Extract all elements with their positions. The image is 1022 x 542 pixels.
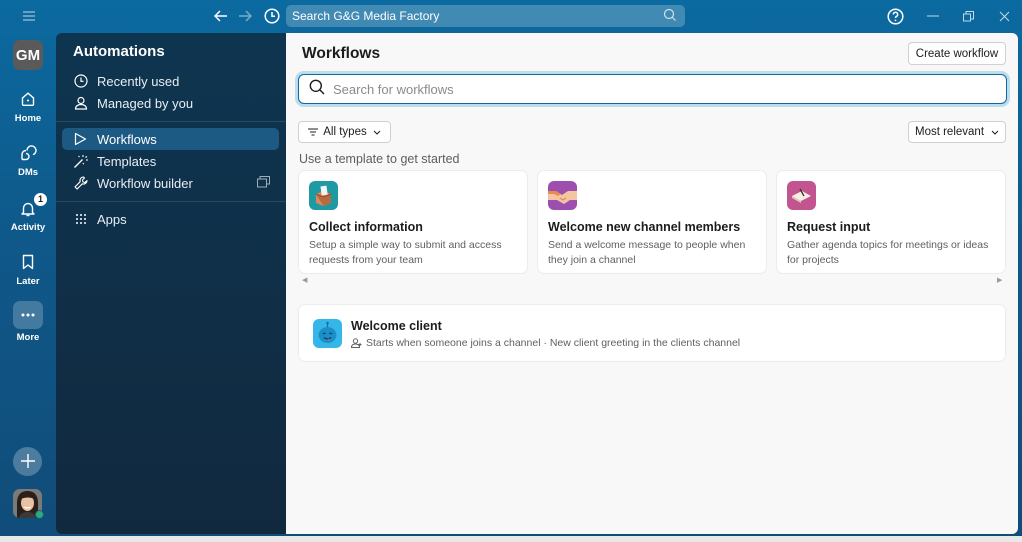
workspace-search-placeholder: Search G&G Media Factory: [292, 9, 440, 23]
forward-arrow-icon[interactable]: [236, 6, 254, 26]
chevron-down-icon: [991, 130, 999, 135]
open-external-icon[interactable]: [257, 176, 270, 191]
template-description: Gather agenda topics for meetings or ide…: [787, 239, 989, 266]
templates-section-label: Use a template to get started: [299, 152, 460, 166]
handshake-icon: [548, 181, 577, 210]
restore-window-icon[interactable]: [960, 6, 976, 26]
bottom-border: [0, 536, 1022, 542]
search-icon: [309, 79, 325, 100]
rail-label-dms: DMs: [17, 167, 39, 178]
sidebar-divider: [56, 121, 286, 122]
apps-grid-icon: [73, 212, 88, 227]
menu-icon[interactable]: [21, 6, 37, 26]
page-title: Workflows: [302, 45, 381, 62]
workspace-avatar[interactable]: GM: [13, 40, 43, 70]
rail-item-activity[interactable]: 1 Activity: [0, 193, 56, 233]
sidebar-item-workflow-builder[interactable]: Workflow builder: [62, 172, 279, 194]
left-rail: GM Home DMs 1 Activity Later More: [0, 33, 56, 536]
template-card[interactable]: Collect information Setup a simple way t…: [298, 170, 528, 274]
minimize-icon[interactable]: [925, 6, 941, 26]
clock-icon: [73, 74, 88, 89]
dms-icon: [0, 142, 56, 164]
person-add-icon: [351, 338, 362, 348]
main-panel: Workflows Create workflow All types Most…: [286, 33, 1018, 534]
title-bar: Search G&G Media Factory: [0, 0, 1022, 33]
rail-label-home: Home: [14, 113, 42, 124]
close-window-icon[interactable]: [996, 6, 1012, 26]
create-workflow-button[interactable]: Create workflow: [908, 42, 1006, 65]
scroll-left-arrow-icon[interactable]: ◀: [302, 276, 307, 284]
sidebar-divider: [56, 201, 286, 202]
sort-label: Most relevant: [914, 126, 985, 138]
search-icon: [663, 8, 677, 25]
scroll-right-arrow-icon[interactable]: ▶: [997, 276, 1002, 284]
workflow-search-input[interactable]: [333, 81, 973, 97]
notepad-icon: [787, 181, 816, 210]
more-icon: [13, 301, 43, 329]
workflow-subtitle-row: Starts when someone joins a channel · Ne…: [351, 337, 740, 349]
add-button[interactable]: [13, 447, 42, 476]
history-clock-icon[interactable]: [262, 6, 282, 26]
workflow-subtitle: Starts when someone joins a channel · Ne…: [366, 337, 741, 349]
help-icon[interactable]: [885, 6, 905, 26]
sort-dropdown[interactable]: Most relevant: [908, 121, 1006, 143]
automations-sidebar: Automations Recently used Managed by you…: [56, 33, 286, 534]
workflow-search-field[interactable]: [298, 74, 1007, 104]
workspace-search-bar[interactable]: Search G&G Media Factory: [286, 5, 685, 27]
robot-icon: [313, 319, 342, 348]
template-card[interactable]: Welcome new channel members Send a welco…: [537, 170, 767, 274]
template-description: Setup a simple way to submit and access …: [309, 239, 502, 266]
rail-item-home[interactable]: Home: [0, 88, 56, 124]
sidebar-label: Workflow builder: [97, 175, 193, 191]
play-icon: [73, 132, 88, 147]
home-icon: [0, 88, 56, 110]
magic-wand-icon: [73, 154, 88, 169]
template-title: Collect information: [309, 220, 423, 234]
sidebar-label: Templates: [97, 153, 157, 169]
rail-label-later: Later: [16, 276, 40, 287]
type-filter-dropdown[interactable]: All types: [298, 121, 391, 143]
workflow-title: Welcome client: [351, 319, 442, 333]
sidebar-label: Apps: [97, 211, 127, 227]
rail-label-more: More: [16, 332, 40, 343]
rail-item-later[interactable]: Later: [0, 251, 56, 287]
sidebar-item-workflows[interactable]: Workflows: [62, 128, 279, 150]
chevron-down-icon: [373, 130, 381, 135]
wrench-icon: [73, 176, 88, 191]
sidebar-label: Workflows: [97, 131, 157, 147]
rail-item-dms[interactable]: DMs: [0, 142, 56, 178]
filter-icon: [308, 128, 319, 136]
sidebar-label: Managed by you: [97, 95, 194, 111]
ballot-box-icon: [309, 181, 338, 210]
bookmark-icon: [0, 251, 56, 273]
workflow-list-item[interactable]: Welcome client Starts when someone joins…: [298, 304, 1006, 362]
template-description: Send a welcome message to people when th…: [548, 239, 746, 266]
sidebar-item-recently-used[interactable]: Recently used: [62, 70, 279, 92]
template-card[interactable]: Request input Gather agenda topics for m…: [776, 170, 1006, 274]
rail-label-activity: Activity: [10, 222, 46, 233]
rail-item-more[interactable]: More: [0, 301, 56, 343]
sidebar-title: Automations: [73, 43, 165, 60]
person-icon: [73, 96, 88, 111]
activity-badge: 1: [34, 193, 47, 206]
template-title: Welcome new channel members: [548, 220, 741, 234]
back-arrow-icon[interactable]: [212, 6, 230, 26]
filter-label: All types: [323, 126, 367, 138]
sidebar-item-managed-by-you[interactable]: Managed by you: [62, 92, 279, 114]
sidebar-item-apps[interactable]: Apps: [62, 208, 279, 230]
template-title: Request input: [787, 220, 871, 234]
bell-icon: 1: [0, 193, 56, 219]
presence-indicator: [35, 510, 44, 519]
sidebar-item-templates[interactable]: Templates: [62, 150, 279, 172]
sidebar-label: Recently used: [97, 73, 180, 89]
